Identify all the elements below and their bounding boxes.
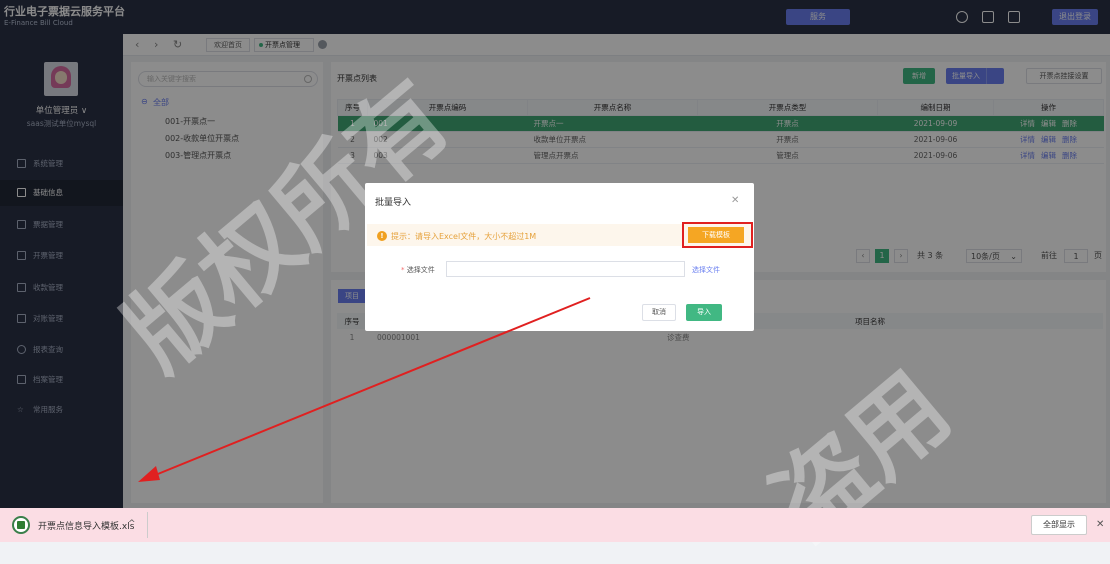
divider xyxy=(147,512,148,538)
annotation-arrow xyxy=(138,297,591,482)
close-download-bar-icon[interactable]: ✕ xyxy=(1096,519,1104,530)
chevron-up-icon[interactable]: ^ xyxy=(128,519,136,529)
show-all-button[interactable]: 全部显示 xyxy=(1031,515,1087,535)
excel-file-icon xyxy=(12,516,30,534)
download-bar xyxy=(0,508,1110,542)
downloaded-file-name[interactable]: 开票点信息导入模板.xls xyxy=(38,519,134,532)
